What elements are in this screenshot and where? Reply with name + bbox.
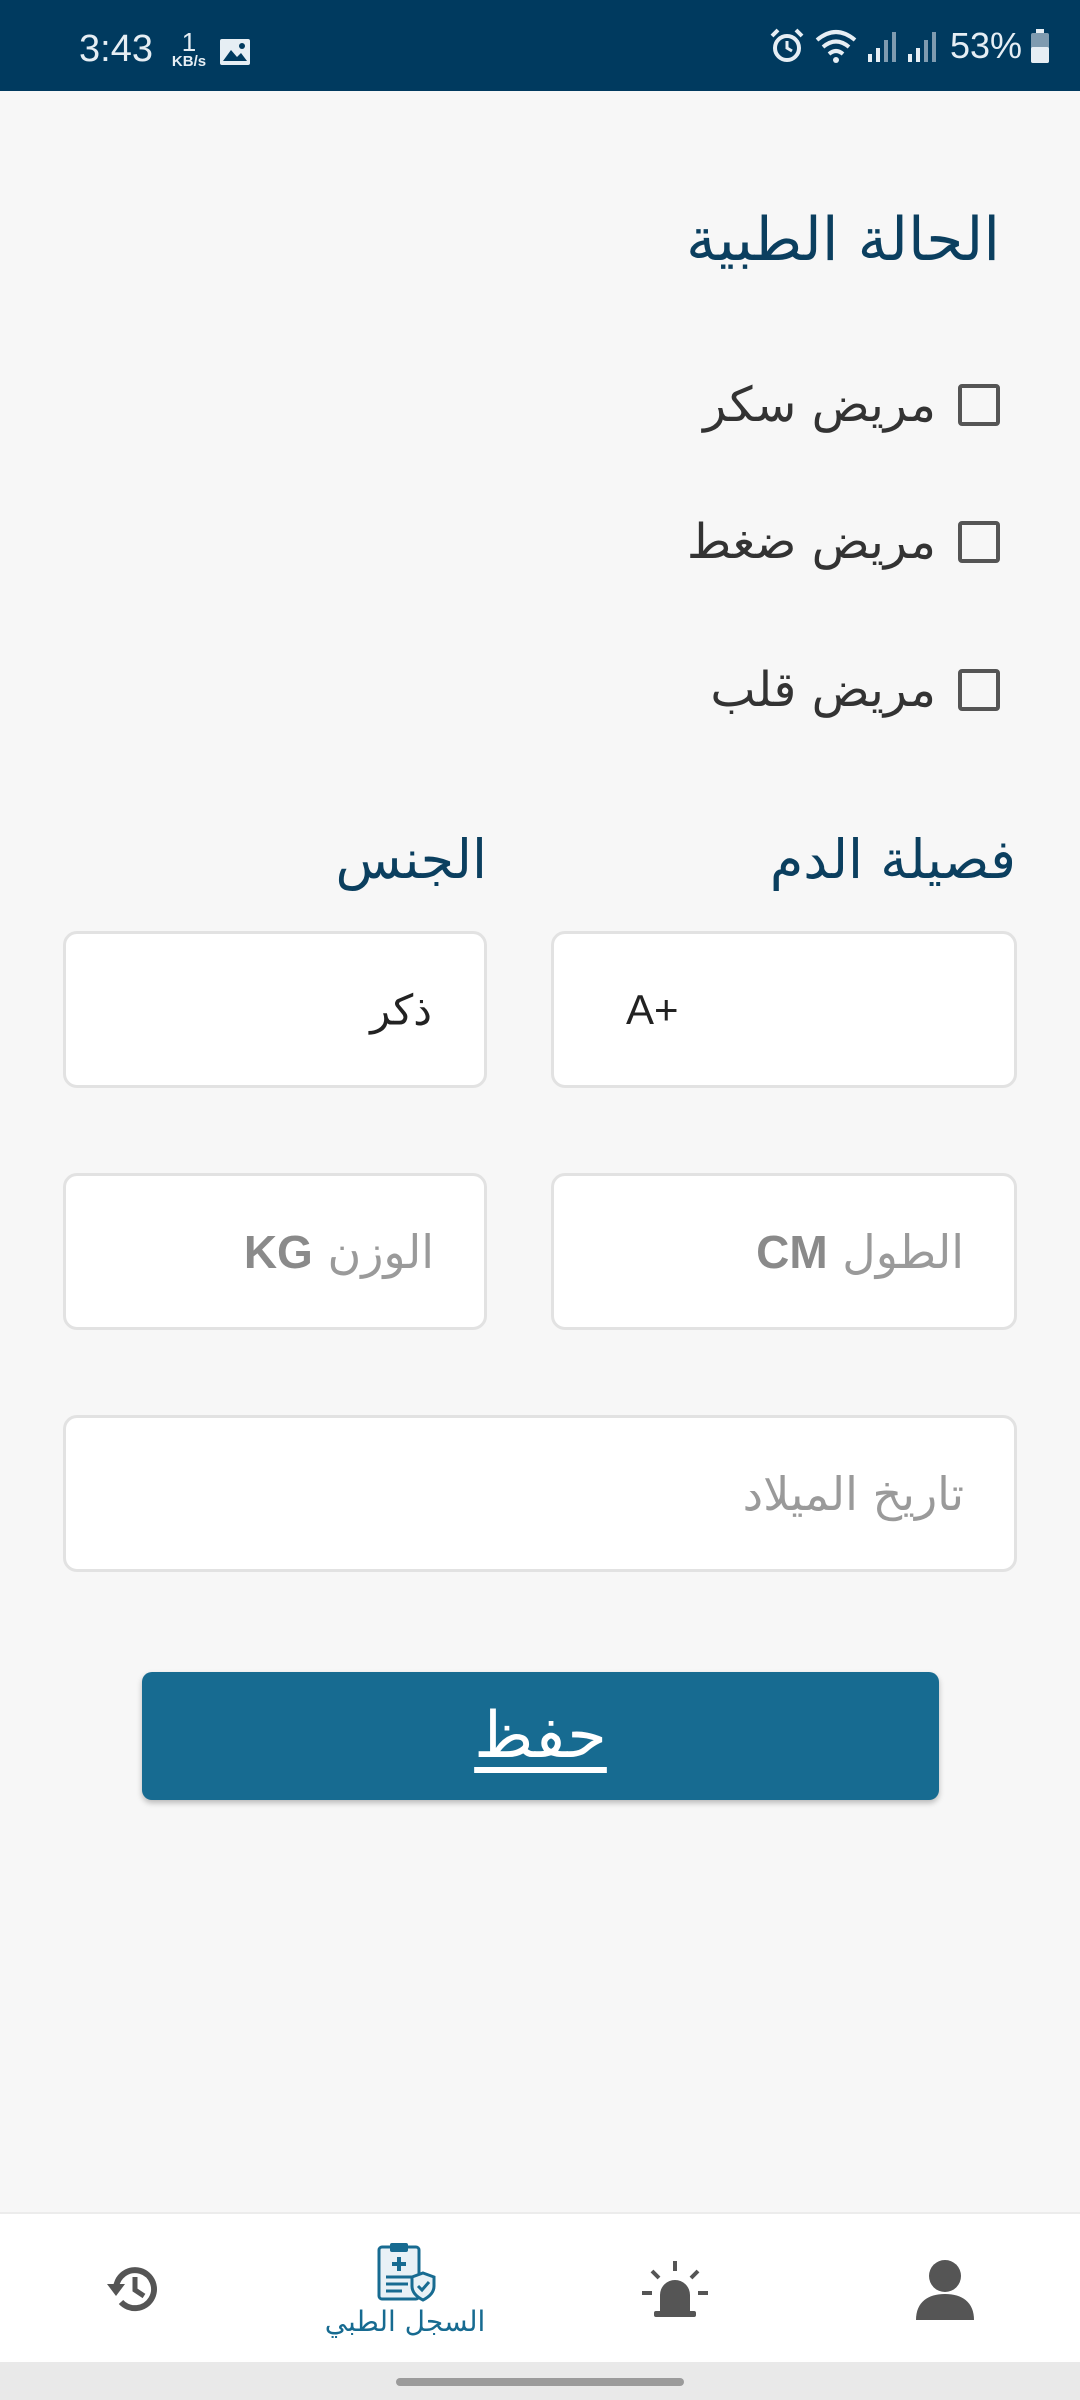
blood-type-value: A+ xyxy=(626,985,679,1033)
gallery-notification-icon xyxy=(220,39,250,65)
blood-type-label: فصيلة الدم xyxy=(769,828,1016,891)
condition-label: مريض ضغط xyxy=(686,514,936,570)
nav-medical-record-label: السجل الطبي xyxy=(324,2304,486,2338)
wifi-icon xyxy=(815,30,857,63)
signal-icon xyxy=(867,32,896,62)
birth-date-placeholder: تاريخ الميلاد xyxy=(742,1466,964,1521)
diabetes-checkbox[interactable] xyxy=(958,384,1000,426)
height-input[interactable]: الطول CM xyxy=(551,1173,1017,1330)
medical-condition-title: الحالة الطبية xyxy=(685,205,1000,275)
signal-icon-2 xyxy=(907,32,936,62)
gender-select[interactable]: ذكر xyxy=(63,931,487,1088)
gender-label: الجنس xyxy=(335,828,487,891)
alarm-siren-icon xyxy=(642,2261,708,2317)
battery-icon xyxy=(1031,29,1049,63)
heart-checkbox[interactable] xyxy=(958,669,1000,711)
nav-profile[interactable] xyxy=(895,2214,995,2364)
birth-date-input[interactable]: تاريخ الميلاد xyxy=(63,1415,1017,1572)
status-bar: 3:43 1 KB/s 53% xyxy=(0,0,1080,91)
condition-heart[interactable]: مريض قلب xyxy=(710,660,1000,720)
bottom-nav: السجل الطبي xyxy=(0,2212,1080,2364)
weight-placeholder: الوزن KG xyxy=(243,1224,434,1279)
nav-emergency[interactable] xyxy=(625,2214,725,2364)
condition-label: مريض قلب xyxy=(710,662,936,718)
condition-blood-pressure[interactable]: مريض ضغط xyxy=(687,512,1000,572)
alarm-icon xyxy=(770,28,804,62)
height-placeholder: الطول CM xyxy=(756,1224,964,1279)
medical-record-icon xyxy=(377,2242,436,2302)
save-button[interactable]: حفظ xyxy=(142,1672,939,1800)
home-indicator[interactable] xyxy=(396,2378,684,2386)
history-icon xyxy=(107,2267,157,2312)
status-time: 3:43 xyxy=(79,28,153,70)
profile-icon xyxy=(916,2260,974,2320)
status-icons: 53% xyxy=(768,24,1050,68)
nav-history[interactable] xyxy=(85,2214,185,2364)
gender-value: ذكر xyxy=(370,985,432,1034)
gesture-bar xyxy=(0,2362,1080,2400)
nav-medical-record[interactable]: السجل الطبي xyxy=(300,2214,510,2364)
blood-pressure-checkbox[interactable] xyxy=(958,521,1000,563)
weight-input[interactable]: الوزن KG xyxy=(63,1173,487,1330)
battery-percent: 53% xyxy=(949,25,1022,66)
network-speed: 1 KB/s xyxy=(171,27,207,70)
condition-diabetes[interactable]: مريض سكر xyxy=(703,375,1000,435)
blood-type-select[interactable]: A+ xyxy=(551,931,1017,1088)
condition-label: مريض سكر xyxy=(703,377,936,433)
